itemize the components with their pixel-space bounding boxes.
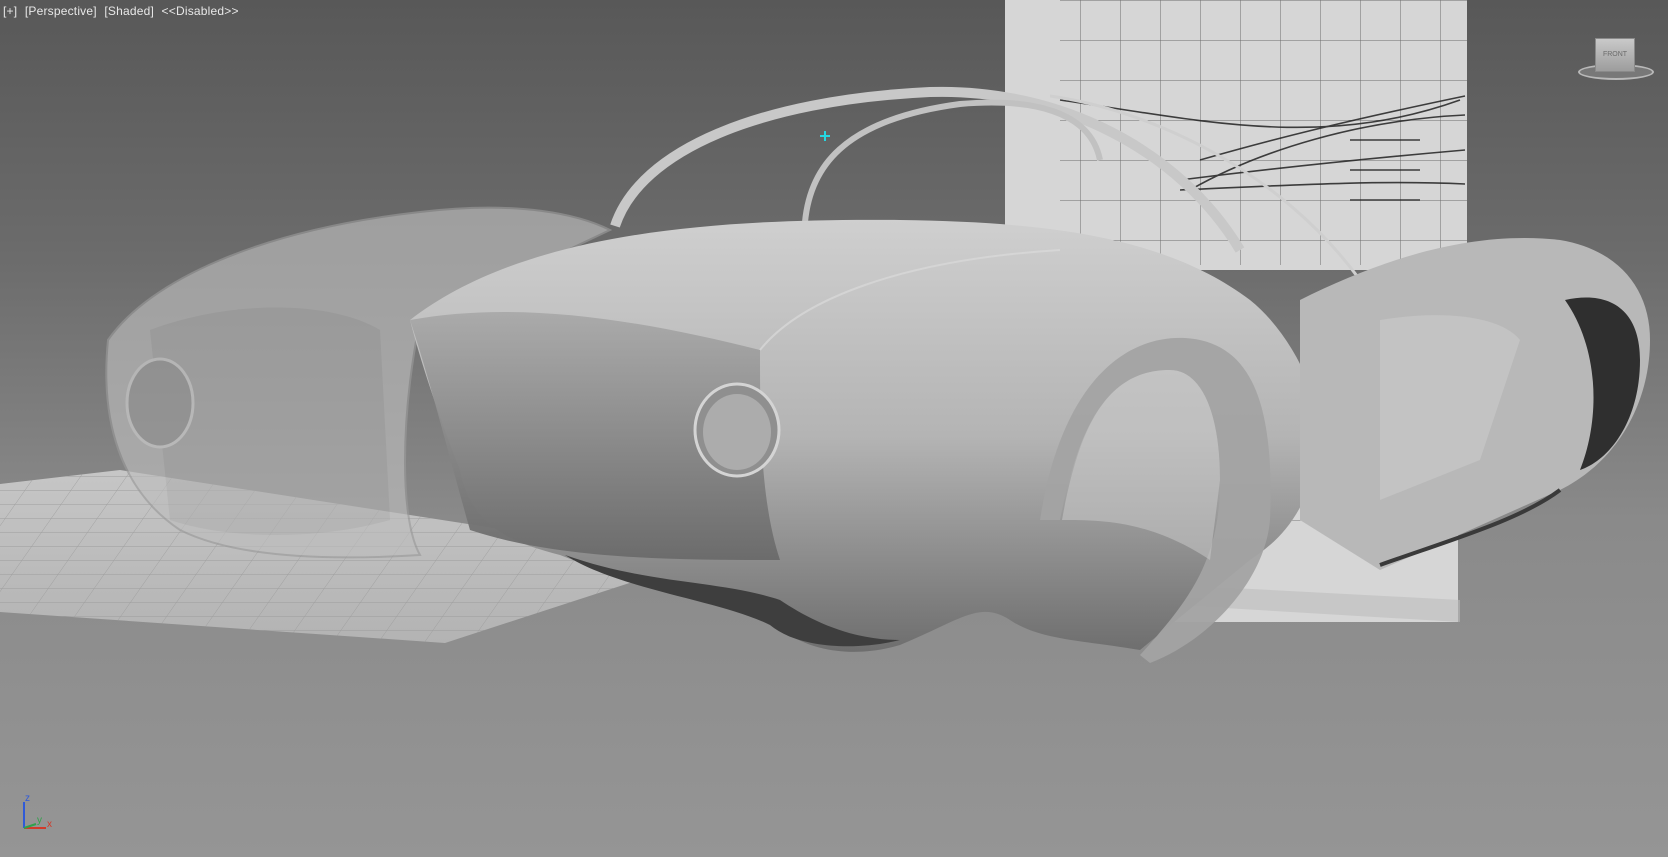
viewport-label-menu: [+] [Perspective] [Shaded] <<Disabled>> bbox=[3, 4, 243, 18]
viewport-disabled-label[interactable]: <<Disabled>> bbox=[162, 4, 239, 18]
viewcube[interactable]: FRONT bbox=[1578, 38, 1664, 82]
viewport-general-menu[interactable]: [+] bbox=[3, 4, 17, 18]
viewcube-front-face[interactable]: FRONT bbox=[1595, 38, 1635, 72]
viewport-point-of-view-menu[interactable]: [Perspective] bbox=[25, 4, 97, 18]
front-fender bbox=[1300, 238, 1650, 571]
viewport-shading-menu[interactable]: [Shaded] bbox=[104, 4, 154, 18]
cursor-crosshair-icon bbox=[820, 131, 830, 141]
axis-x-label: x bbox=[47, 819, 52, 830]
axis-tripod-icon: z y x bbox=[20, 794, 60, 834]
axis-z-label: z bbox=[25, 793, 30, 804]
axis-y-label: y bbox=[37, 815, 42, 826]
scene-render bbox=[0, 0, 1650, 663]
perspective-viewport[interactable]: [+] [Perspective] [Shaded] <<Disabled>> … bbox=[0, 0, 1668, 857]
